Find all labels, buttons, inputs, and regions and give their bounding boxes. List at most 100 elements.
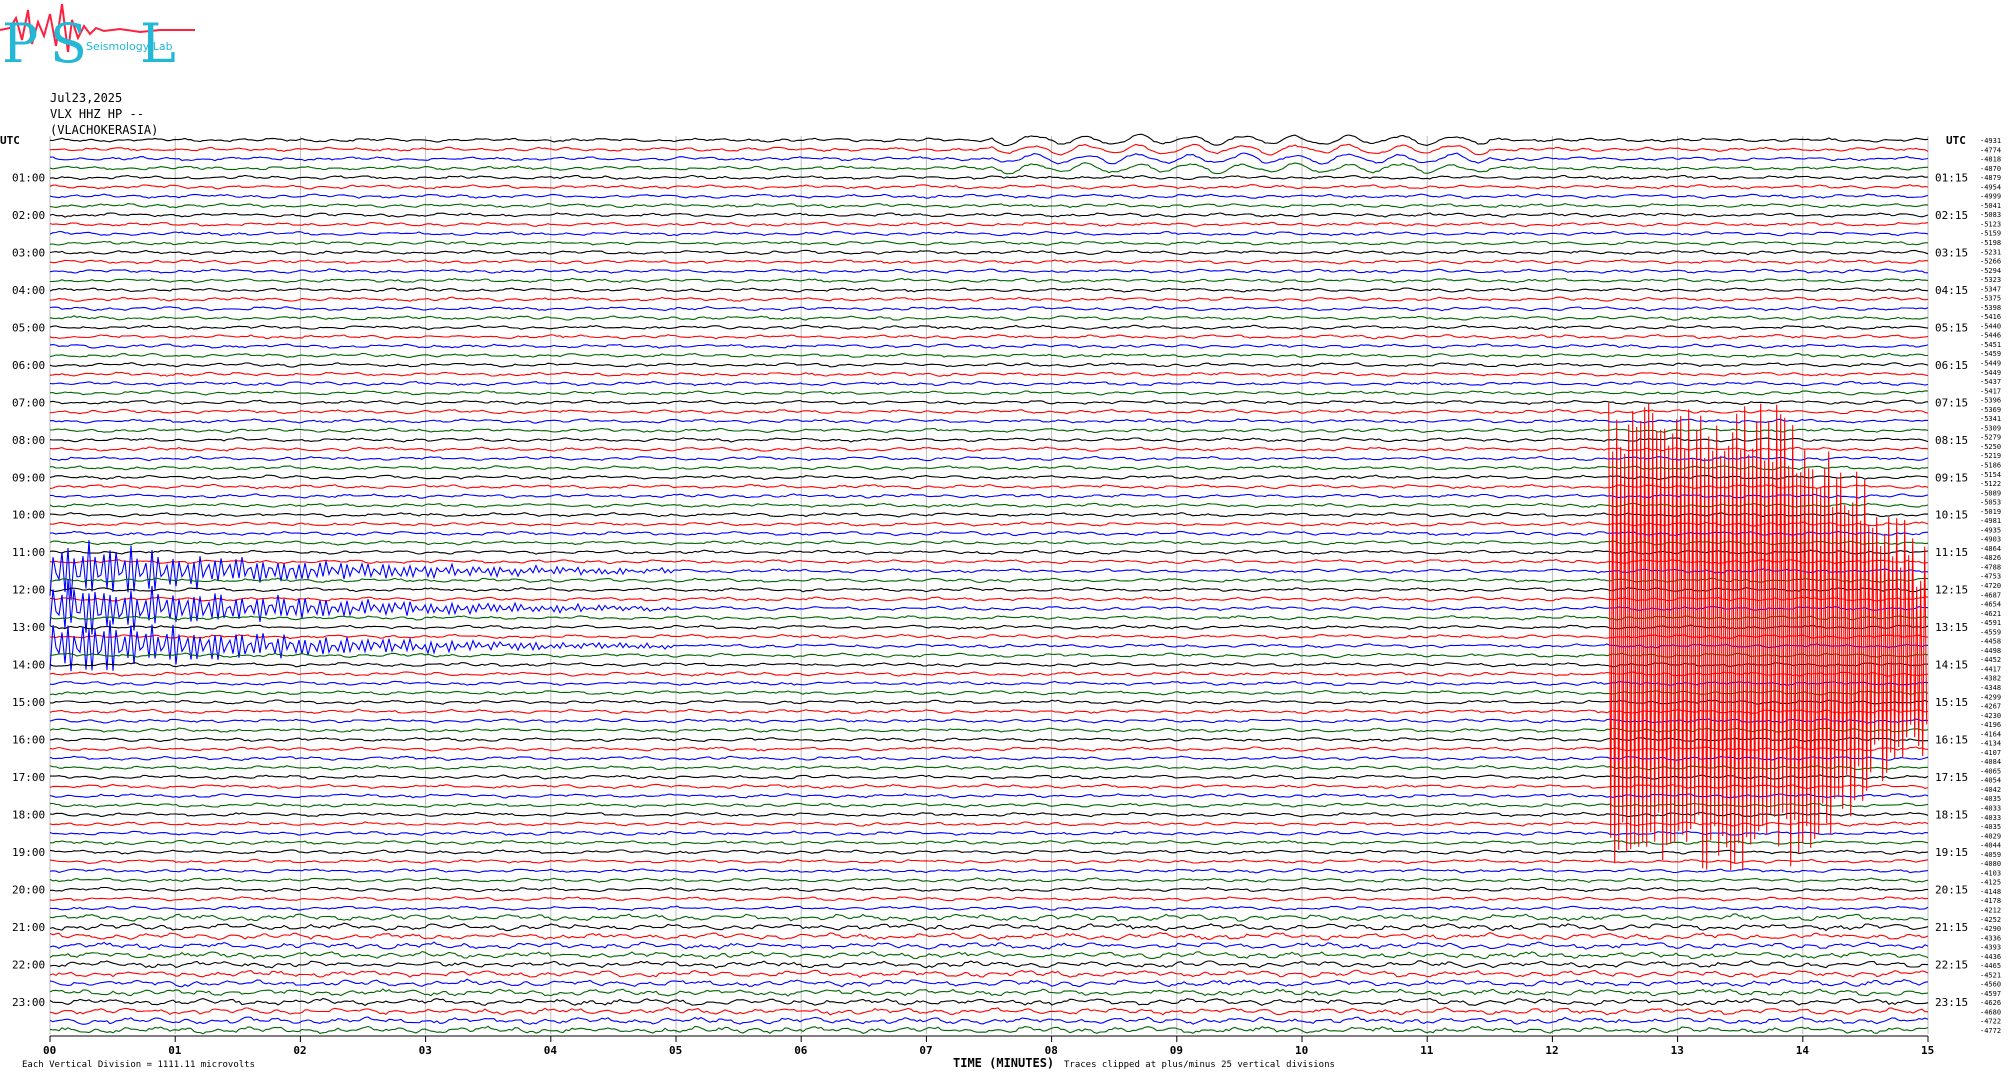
offset-label: -4870 (1980, 165, 2001, 173)
left-hour-tick: 22:00 (12, 958, 45, 971)
trace-50 (49, 578, 1929, 635)
offset-label: -4178 (1980, 897, 2001, 905)
offset-label: -4465 (1980, 962, 2001, 970)
trace-36 (49, 474, 1929, 480)
trace-8 (49, 212, 1929, 218)
offset-label: -4788 (1980, 563, 2001, 571)
offset-label: -5375 (1980, 295, 2001, 303)
trace-46 (49, 540, 1929, 601)
offset-label: -4935 (1980, 526, 2001, 534)
x-tick-label: 07 (919, 1044, 932, 1057)
offset-label: -4753 (1980, 573, 2001, 581)
offset-label: -5440 (1980, 322, 2001, 330)
time-gridlines (49, 136, 1929, 1034)
offset-label: -4084 (1980, 758, 2001, 766)
trace-95 (49, 1025, 1929, 1035)
trace-83 (49, 913, 1929, 922)
offset-label: -5449 (1980, 369, 2001, 377)
trace-78 (49, 868, 1929, 874)
right-hour-tick: 05:15 (1935, 321, 1968, 334)
offset-label: -5019 (1980, 508, 2001, 516)
trace-9 (49, 221, 1929, 227)
offset-label: -4336 (1980, 934, 2001, 942)
left-hour-tick: 04:00 (12, 284, 45, 297)
right-hour-tick: 12:15 (1935, 584, 1968, 597)
offset-label: -5449 (1980, 360, 2001, 368)
trace-90 (49, 978, 1929, 988)
offset-label: -4044 (1980, 842, 2001, 850)
offset-label: -4436 (1980, 953, 2001, 961)
trace-51 (49, 615, 1929, 621)
offset-label: -4417 (1980, 665, 2001, 673)
left-hour-tick: 19:00 (12, 846, 45, 859)
trace-33 (49, 446, 1929, 452)
offset-label: -4148 (1980, 888, 2001, 896)
offset-label: -4879 (1980, 174, 2001, 182)
offset-label: -5089 (1980, 489, 2001, 497)
trace-45 (49, 558, 1929, 565)
trace-11 (49, 240, 1928, 246)
left-hour-tick: 15:00 (12, 696, 45, 709)
trace-48 (49, 586, 1929, 593)
x-tick-label: 06 (794, 1044, 808, 1057)
right-hour-tick: 14:15 (1935, 659, 1968, 672)
trace-94 (49, 1016, 1929, 1025)
x-tick-label: 03 (419, 1044, 432, 1057)
right-hour-tick: 03:15 (1935, 246, 1968, 259)
trace-26 (49, 380, 1929, 387)
left-hour-tick: 21:00 (12, 921, 45, 934)
offset-label: -5041 (1980, 202, 2001, 210)
trace-85 (49, 932, 1929, 941)
offset-label: -5446 (1980, 332, 2001, 340)
x-tick-label: 04 (544, 1044, 558, 1057)
trace-44 (49, 549, 1929, 555)
trace-41 (49, 521, 1929, 527)
offset-label: -4931 (1980, 137, 2001, 145)
trace-39 (49, 502, 1929, 509)
offset-label: -4458 (1980, 638, 2001, 646)
trace-87 (49, 950, 1929, 960)
offset-label: -5219 (1980, 452, 2001, 460)
offset-label: -4035 (1980, 795, 2001, 803)
trace-18 (49, 305, 1929, 312)
trace-28 (49, 399, 1929, 406)
trace-77 (49, 858, 1929, 865)
offset-label: -4103 (1980, 869, 2001, 877)
trace-15 (49, 277, 1929, 284)
right-hour-tick: 13:15 (1935, 621, 1968, 634)
trace-30 (49, 418, 1929, 424)
clip-note: Traces clipped at plus/minus 25 vertical… (1064, 1060, 1335, 1070)
offset-label: -4654 (1980, 601, 2001, 609)
offset-label: -5398 (1980, 304, 2001, 312)
offset-label: -5416 (1980, 313, 2001, 321)
offset-label: -4826 (1980, 554, 2001, 562)
offset-label: -4029 (1980, 832, 2001, 840)
trace-24 (49, 362, 1929, 368)
offset-label: -4597 (1980, 990, 2001, 998)
offset-label: -4267 (1980, 703, 2001, 711)
left-hour-tick: 18:00 (12, 809, 45, 822)
offset-label: -5437 (1980, 378, 2001, 386)
right-hour-tick: 18:15 (1935, 809, 1968, 822)
trace-38 (49, 493, 1929, 499)
trace-7 (49, 202, 1929, 209)
offset-label: -5459 (1980, 350, 2001, 358)
trace-12 (49, 249, 1929, 256)
offset-label: -4230 (1980, 712, 2001, 720)
offset-label: -4954 (1980, 183, 2001, 191)
trace-29 (49, 409, 1929, 415)
offset-label: -4033 (1980, 805, 2001, 813)
offset-label: -4722 (1980, 1018, 2001, 1026)
offset-label: -5396 (1980, 397, 2001, 405)
offset-label: -4560 (1980, 981, 2001, 989)
trace-4 (49, 174, 1929, 181)
offset-label: -4125 (1980, 879, 2001, 887)
trace-92 (49, 997, 1929, 1007)
left-hour-tick: 01:00 (12, 171, 45, 184)
trace-5 (49, 184, 1929, 190)
x-axis: 00 01 02 03 04 05 06 07 08 09 10 11 12 13 14 15 (43, 1035, 1934, 1057)
offset-label: -4559 (1980, 628, 2001, 636)
right-hour-tick: 08:15 (1935, 434, 1968, 447)
trace-49 (49, 596, 1928, 602)
offset-label: -5250 (1980, 443, 2001, 451)
